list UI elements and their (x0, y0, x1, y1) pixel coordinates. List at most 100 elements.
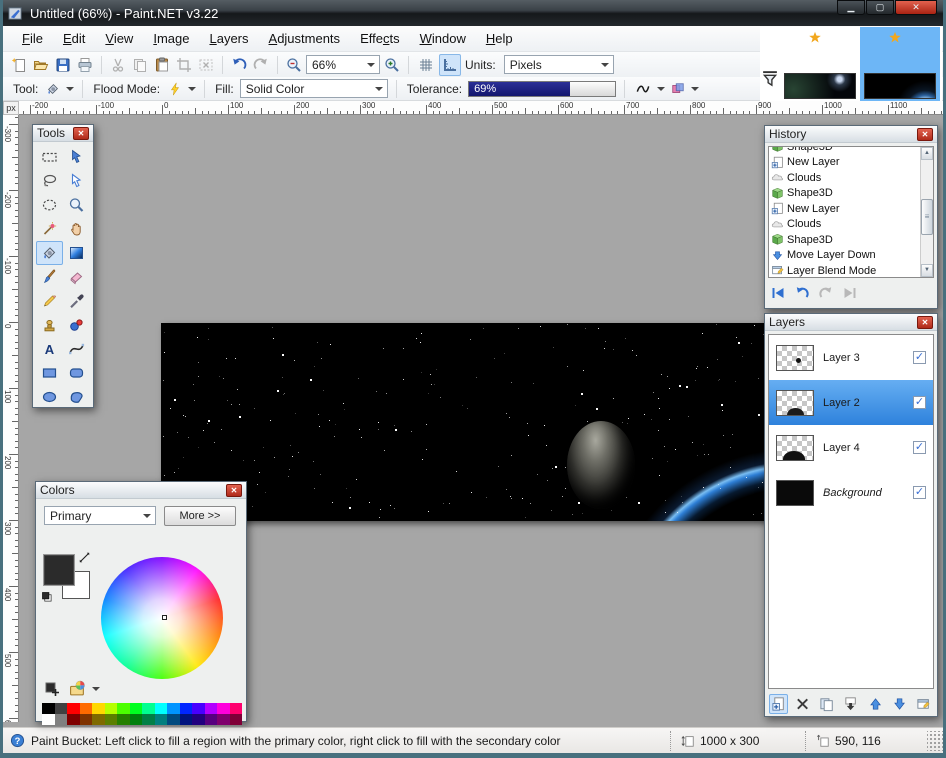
chevron-down-icon[interactable] (188, 87, 196, 95)
history-rewind-button[interactable] (769, 284, 787, 302)
palette-swatch[interactable] (105, 703, 118, 714)
menu-help[interactable]: Help (477, 27, 522, 50)
layer-row-layer-3[interactable]: Layer 3✓ (769, 335, 933, 380)
menu-edit[interactable]: Edit (54, 27, 94, 50)
layer-visibility-checkbox[interactable]: ✓ (913, 396, 926, 409)
history-window-titlebar[interactable]: History ✕ (765, 126, 937, 143)
fill-style-select[interactable]: Solid Color (240, 79, 388, 98)
history-close-icon[interactable]: ✕ (917, 128, 933, 141)
colors-close-icon[interactable]: ✕ (226, 484, 242, 497)
layer-row-background[interactable]: Background✓ (769, 470, 933, 515)
blend-mode-icon[interactable] (669, 80, 687, 98)
palette-swatch[interactable] (205, 714, 218, 725)
crop-button[interactable] (174, 55, 194, 75)
maximize-button[interactable]: ▢ (866, 0, 894, 15)
paste-button[interactable] (152, 55, 172, 75)
chevron-down-icon[interactable] (92, 687, 100, 695)
history-item[interactable]: Shape3D (769, 232, 920, 248)
layer-row-layer-4[interactable]: Layer 4✓ (769, 425, 933, 470)
title-bar[interactable]: Untitled (66%) - Paint.NET v3.22 (0, 0, 946, 26)
tool-clone-stamp[interactable] (36, 313, 63, 337)
palette-swatch[interactable] (92, 703, 105, 714)
palette-swatch[interactable] (142, 714, 155, 725)
layers-close-icon[interactable]: ✕ (917, 316, 933, 329)
antialiasing-icon[interactable] (633, 80, 653, 98)
palette-swatch[interactable] (130, 703, 143, 714)
resize-grip[interactable] (927, 731, 943, 751)
tool-rectangle-select[interactable] (36, 145, 63, 169)
canvas[interactable] (161, 323, 821, 521)
tool-pencil[interactable] (36, 289, 63, 313)
layer-visibility-checkbox[interactable]: ✓ (913, 486, 926, 499)
tool-gradient[interactable] (63, 241, 90, 265)
ruler-toggle-button[interactable] (439, 54, 461, 76)
tool-magic-wand[interactable] (36, 217, 63, 241)
more-button[interactable]: More >> (164, 506, 236, 526)
palette-swatch[interactable] (55, 703, 68, 714)
delete-layer-button[interactable] (793, 694, 812, 714)
menu-adjustments[interactable]: Adjustments (260, 27, 350, 50)
palette-swatch[interactable] (105, 714, 118, 725)
menu-file[interactable]: File (13, 27, 52, 50)
copy-button[interactable] (130, 55, 150, 75)
history-undo-button[interactable] (793, 284, 811, 302)
menu-image[interactable]: Image (144, 27, 198, 50)
layer-row-layer-2[interactable]: Layer 2✓ (769, 380, 933, 425)
units-select[interactable]: Pixels (504, 55, 614, 74)
tool-move-pixels[interactable] (63, 145, 90, 169)
menu-window[interactable]: Window (411, 27, 475, 50)
menu-effects[interactable]: Effects (351, 27, 409, 50)
print-button[interactable] (75, 55, 95, 75)
tool-freeform-shape[interactable] (63, 385, 90, 409)
history-redo-button[interactable] (817, 284, 835, 302)
tool-line-curve[interactable] (63, 337, 90, 361)
palette-swatch[interactable] (230, 714, 243, 725)
layers-window-titlebar[interactable]: Layers ✕ (765, 314, 937, 331)
image-tab-1[interactable] (780, 27, 860, 101)
history-item[interactable]: Shape3D (769, 186, 920, 202)
menu-view[interactable]: View (96, 27, 142, 50)
tool-ellipse[interactable] (36, 385, 63, 409)
palette-swatch[interactable] (217, 703, 230, 714)
scrollbar-thumb[interactable]: ≡ (921, 199, 933, 235)
colors-window-titlebar[interactable]: Colors ✕ (36, 482, 246, 499)
palette-swatch[interactable] (117, 714, 130, 725)
layer-visibility-checkbox[interactable]: ✓ (913, 351, 926, 364)
minimize-button[interactable]: ▁ (837, 0, 865, 15)
duplicate-layer-button[interactable] (817, 694, 836, 714)
cut-button[interactable] (108, 55, 128, 75)
current-tool-icon[interactable] (44, 80, 62, 98)
tools-window-titlebar[interactable]: Tools ✕ (33, 125, 93, 142)
palette-swatch[interactable] (67, 703, 80, 714)
merge-layer-down-button[interactable] (841, 694, 860, 714)
palette-swatch[interactable] (192, 714, 205, 725)
grid-toggle-button[interactable] (415, 54, 437, 76)
flood-mode-icon[interactable] (166, 80, 184, 98)
palette-swatch[interactable] (230, 703, 243, 714)
palette-swatch[interactable] (130, 714, 143, 725)
save-button[interactable] (53, 55, 73, 75)
tool-ellipse-select[interactable] (36, 193, 63, 217)
tool-eraser[interactable] (63, 265, 90, 289)
reset-colors-icon[interactable] (41, 591, 53, 603)
history-item[interactable]: New Layer (769, 201, 920, 217)
redo-button[interactable] (251, 55, 271, 75)
scroll-down-icon[interactable]: ▼ (921, 264, 933, 277)
palette-swatch[interactable] (217, 714, 230, 725)
palette-swatch[interactable] (167, 714, 180, 725)
close-button[interactable]: ✕ (895, 0, 937, 15)
primary-color-swatch[interactable] (44, 555, 74, 585)
palette-menu-button[interactable] (68, 680, 87, 697)
move-layer-up-button[interactable] (866, 694, 885, 714)
palette-swatch[interactable] (180, 703, 193, 714)
palette-swatch[interactable] (80, 703, 93, 714)
palette-swatch[interactable] (55, 714, 68, 725)
zoom-level-select[interactable]: 66% (306, 55, 380, 74)
tool-rectangle[interactable] (36, 361, 63, 385)
layer-properties-button[interactable] (914, 694, 933, 714)
history-item[interactable]: Clouds (769, 170, 920, 186)
zoom-in-button[interactable] (382, 55, 402, 75)
history-item[interactable]: Clouds (769, 217, 920, 233)
palette-swatch[interactable] (155, 714, 168, 725)
history-fastforward-button[interactable] (841, 284, 859, 302)
